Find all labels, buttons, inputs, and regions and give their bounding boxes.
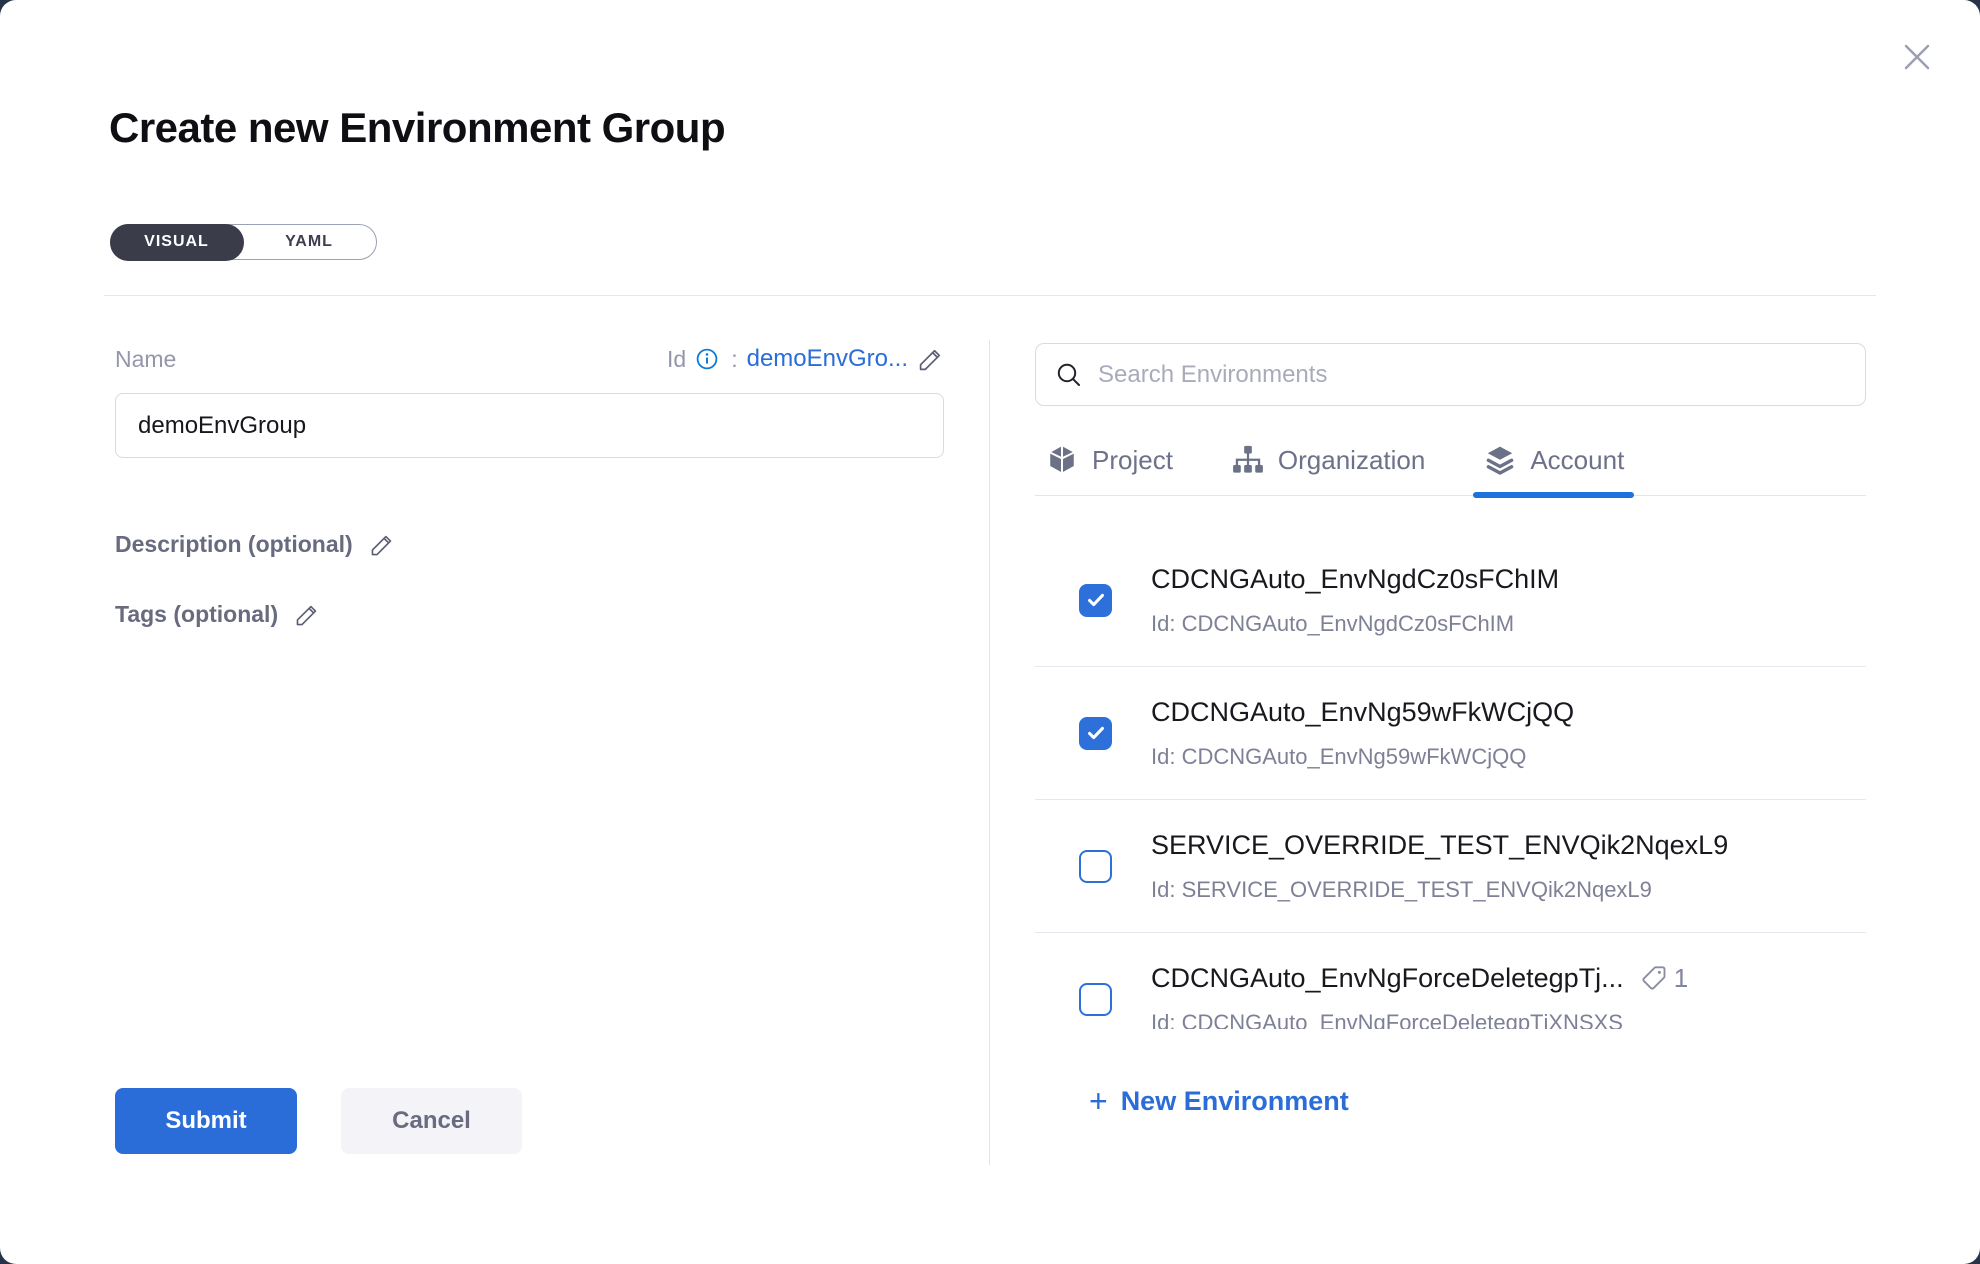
id-label: Id [667, 346, 686, 373]
create-environment-group-dialog: Create new Environment Group VISUAL YAML… [0, 0, 1980, 1264]
id-colon: : [731, 346, 737, 373]
env-checkbox[interactable] [1079, 983, 1112, 1016]
cube-icon [1045, 443, 1079, 477]
tab-account[interactable]: Account [1473, 441, 1634, 495]
search-environments-input[interactable] [1098, 361, 1847, 389]
submit-button[interactable]: Submit [115, 1088, 297, 1154]
header-divider [104, 295, 1876, 296]
tags-row: Tags (optional) [115, 601, 320, 628]
environment-row: CDCNGAuto_EnvNg59wFkWCjQQ Id: CDCNGAuto_… [1035, 667, 1866, 800]
dialog-title: Create new Environment Group [109, 104, 725, 152]
layers-icon [1483, 443, 1517, 477]
plus-icon: + [1089, 1088, 1108, 1115]
sitemap-icon [1231, 443, 1265, 477]
env-name: SERVICE_OVERRIDE_TEST_ENVQik2NqexL9 [1151, 828, 1728, 862]
tab-project-label: Project [1092, 445, 1173, 476]
close-icon[interactable] [1898, 38, 1936, 76]
env-id: Id: CDCNGAuto_EnvNgdCz0sFChIM [1151, 610, 1866, 638]
id-value-link[interactable]: demoEnvGro... [747, 345, 908, 373]
tab-organization[interactable]: Organization [1221, 441, 1435, 495]
tag-count: 1 [1674, 963, 1688, 994]
tab-organization-label: Organization [1278, 445, 1425, 476]
env-text: SERVICE_OVERRIDE_TEST_ENVQik2NqexL9 Id: … [1151, 828, 1866, 904]
toggle-visual[interactable]: VISUAL [110, 224, 244, 261]
name-label: Name [115, 346, 176, 373]
tab-account-label: Account [1530, 445, 1624, 476]
environment-row: CDCNGAuto_EnvNgdCz0sFChIM Id: CDCNGAuto_… [1035, 534, 1866, 667]
environment-row: SERVICE_OVERRIDE_TEST_ENVQik2NqexL9 Id: … [1035, 800, 1866, 933]
cancel-button[interactable]: Cancel [341, 1088, 522, 1154]
tag-count-badge: 1 [1640, 963, 1688, 994]
environment-row: CDCNGAuto_EnvNgForceDeletegpTj... 1 Id: … [1035, 933, 1866, 1029]
info-icon[interactable] [695, 347, 719, 371]
env-checkbox[interactable] [1079, 717, 1112, 750]
new-environment-button[interactable]: + New Environment [1089, 1086, 1349, 1117]
env-name: CDCNGAuto_EnvNgForceDeletegpTj... [1151, 961, 1624, 995]
description-label: Description (optional) [115, 531, 353, 558]
id-row: Id : demoEnvGro... [667, 345, 944, 373]
tab-project[interactable]: Project [1035, 441, 1183, 495]
edit-tags-pencil-icon[interactable] [294, 602, 320, 628]
dialog-actions: Submit Cancel [115, 1088, 522, 1154]
search-icon [1054, 360, 1084, 390]
search-environments-box [1035, 343, 1866, 406]
visual-yaml-toggle: VISUAL YAML [110, 224, 377, 260]
edit-description-pencil-icon[interactable] [369, 532, 395, 558]
env-checkbox[interactable] [1079, 584, 1112, 617]
env-id: Id: CDCNGAuto_EnvNgForceDeletegpTjXNSXS [1151, 1009, 1866, 1029]
env-text: CDCNGAuto_EnvNgdCz0sFChIM Id: CDCNGAuto_… [1151, 562, 1866, 638]
env-text: CDCNGAuto_EnvNgForceDeletegpTj... 1 Id: … [1151, 961, 1866, 1029]
env-checkbox[interactable] [1079, 850, 1112, 883]
tag-icon [1640, 964, 1668, 992]
scope-tabs: Project Organization Account [1035, 441, 1866, 496]
new-environment-label: New Environment [1121, 1086, 1349, 1117]
env-id: Id: SERVICE_OVERRIDE_TEST_ENVQik2NqexL9 [1151, 876, 1866, 904]
toggle-yaml[interactable]: YAML [242, 225, 376, 259]
environments-panel: Project Organization Account [1035, 343, 1866, 1117]
env-name: CDCNGAuto_EnvNgdCz0sFChIM [1151, 562, 1559, 596]
env-text: CDCNGAuto_EnvNg59wFkWCjQQ Id: CDCNGAuto_… [1151, 695, 1866, 771]
tags-label: Tags (optional) [115, 601, 278, 628]
env-id: Id: CDCNGAuto_EnvNg59wFkWCjQQ [1151, 743, 1866, 771]
env-name: CDCNGAuto_EnvNg59wFkWCjQQ [1151, 695, 1574, 729]
vertical-divider [989, 340, 990, 1165]
name-input[interactable] [115, 393, 944, 458]
description-row: Description (optional) [115, 531, 395, 558]
edit-id-pencil-icon[interactable] [917, 346, 944, 373]
name-id-row: Name Id : demoEnvGro... [115, 345, 944, 373]
environment-list: CDCNGAuto_EnvNgdCz0sFChIM Id: CDCNGAuto_… [1035, 496, 1866, 1029]
